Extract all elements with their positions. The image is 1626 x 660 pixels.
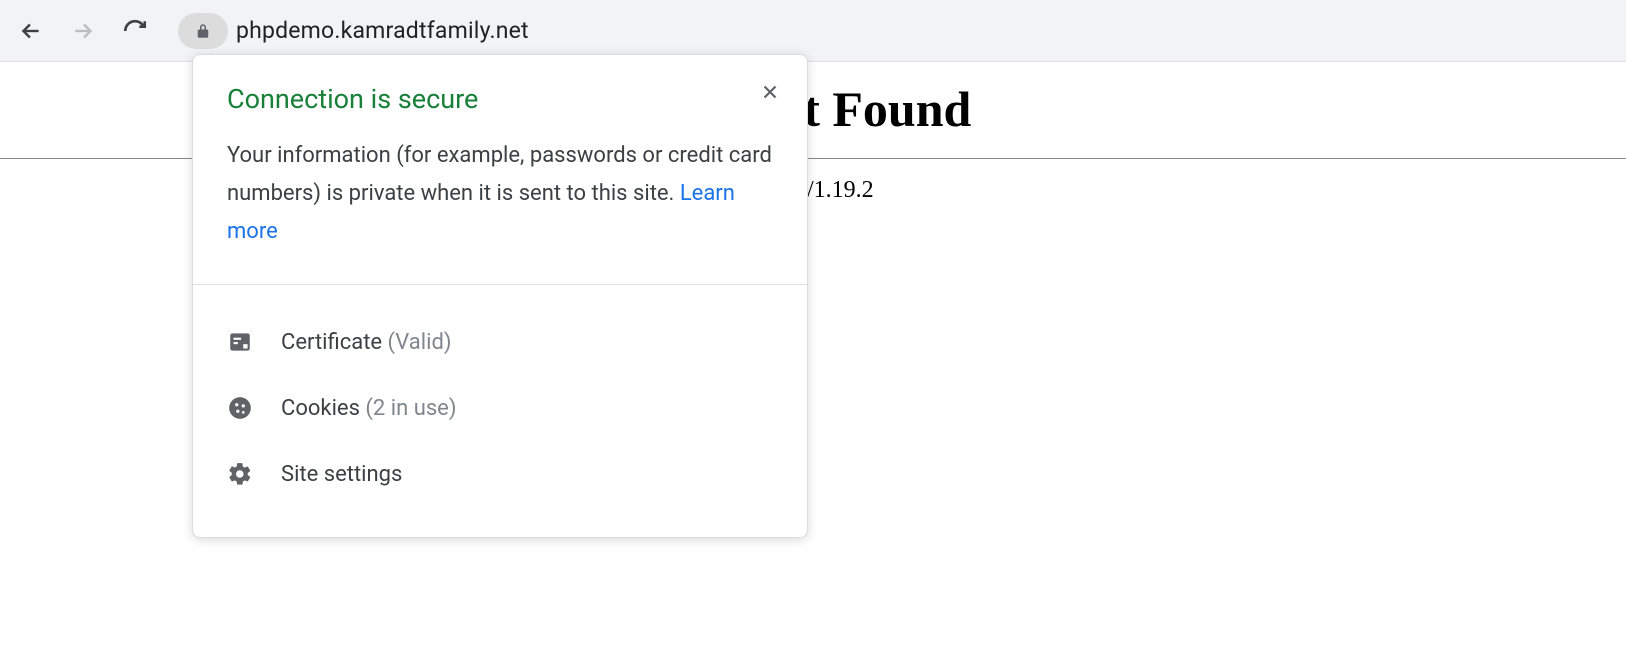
popover-body: Your information (for example, passwords… <box>227 137 773 250</box>
site-info-popover: Connection is secure Your information (f… <box>192 54 808 538</box>
cookies-label: Cookies (2 in use) <box>281 396 457 421</box>
popover-list: Certificate (Valid) Cookies (2 in use) S… <box>193 285 807 537</box>
url-text: phpdemo.kamradtfamily.net <box>236 17 529 44</box>
cookies-item[interactable]: Cookies (2 in use) <box>193 375 807 441</box>
lock-icon <box>194 22 212 40</box>
cookie-icon <box>227 395 253 421</box>
certificate-label: Certificate (Valid) <box>281 330 452 355</box>
certificate-icon <box>227 329 253 355</box>
arrow-left-icon <box>18 18 44 44</box>
browser-toolbar: phpdemo.kamradtfamily.net <box>0 0 1626 62</box>
reload-icon <box>122 18 148 44</box>
back-button[interactable] <box>12 12 50 50</box>
address-bar[interactable]: phpdemo.kamradtfamily.net <box>178 11 1614 51</box>
gear-icon <box>227 461 253 487</box>
reload-button[interactable] <box>116 12 154 50</box>
popover-header: Connection is secure Your information (f… <box>193 55 807 285</box>
site-settings-item[interactable]: Site settings <box>193 441 807 507</box>
popover-title: Connection is secure <box>227 83 773 115</box>
forward-button[interactable] <box>64 12 102 50</box>
site-info-button[interactable] <box>178 13 228 49</box>
arrow-right-icon <box>70 18 96 44</box>
close-button[interactable] <box>753 75 787 109</box>
close-icon <box>759 81 781 103</box>
certificate-item[interactable]: Certificate (Valid) <box>193 309 807 375</box>
site-settings-label: Site settings <box>281 462 402 487</box>
